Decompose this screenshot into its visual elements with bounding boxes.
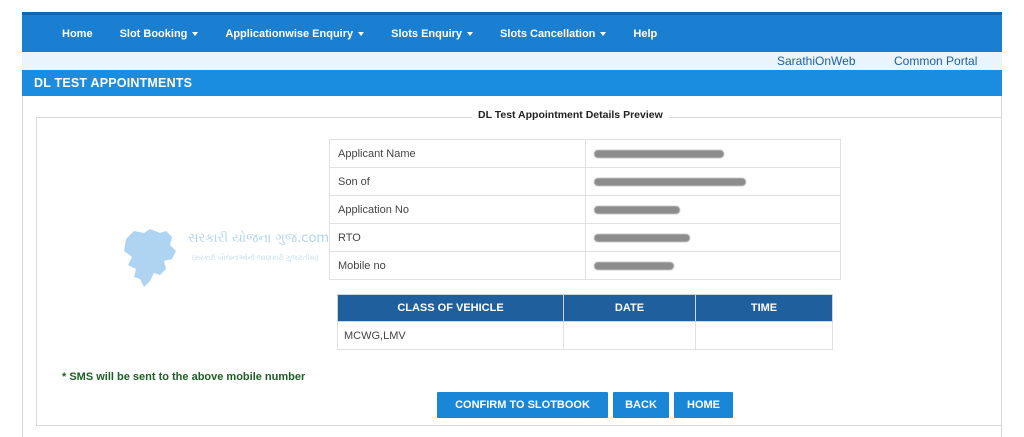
- applicant-details-table: Applicant Name Son of Application No RTO…: [329, 139, 841, 280]
- table-row: Son of: [329, 167, 841, 196]
- redacted-value: [594, 177, 746, 186]
- vehicle-class-table: CLASS OF VEHICLE DATE TIME MCWG,LMV: [337, 294, 833, 350]
- chevron-down-icon: [467, 31, 474, 36]
- preview-legend: DL Test Appointment Details Preview: [472, 109, 669, 121]
- nav-applicationwise-enquiry[interactable]: Applicationwise Enquiry: [225, 27, 365, 40]
- column-header-class: CLASS OF VEHICLE: [337, 294, 564, 322]
- top-navbar: Home Slot Booking Applicationwise Enquir…: [22, 12, 1002, 52]
- chevron-down-icon: [358, 31, 365, 36]
- nav-slots-enquiry[interactable]: Slots Enquiry: [391, 27, 474, 40]
- applicant-name-label: Applicant Name: [329, 139, 586, 168]
- nav-applicationwise-enquiry-label: Applicationwise Enquiry: [225, 27, 354, 40]
- mobile-no-value: [585, 251, 841, 280]
- table-row: MCWG,LMV: [337, 321, 833, 350]
- watermark-subtext: (સરકારી યોજનાઓની જાણકારી ગુજરાતીમાં): [192, 255, 319, 262]
- nav-home[interactable]: Home: [62, 28, 93, 40]
- nav-slots-enquiry-label: Slots Enquiry: [391, 27, 463, 40]
- date-cell: [563, 321, 696, 350]
- table-row: Applicant Name: [329, 139, 841, 168]
- redacted-value: [594, 233, 690, 242]
- confirm-slotbook-button[interactable]: CONFIRM TO SLOTBOOK: [437, 392, 608, 418]
- column-header-time: TIME: [695, 294, 833, 322]
- time-cell: [695, 321, 833, 350]
- back-button[interactable]: BACK: [613, 392, 669, 418]
- portal-links-bar: SarathiOnWeb Common Portal: [22, 52, 1002, 70]
- mobile-no-label: Mobile no: [329, 251, 586, 280]
- nav-home-label: Home: [62, 27, 93, 40]
- rto-value: [585, 223, 841, 252]
- section-title: DL TEST APPOINTMENTS: [22, 70, 1002, 96]
- table-row: Mobile no: [329, 251, 841, 280]
- column-header-date: DATE: [563, 294, 696, 322]
- table-row: RTO: [329, 223, 841, 252]
- gujarat-map-icon: [124, 229, 176, 287]
- son-of-label: Son of: [329, 167, 586, 196]
- vehicle-class-cell: MCWG,LMV: [337, 321, 564, 350]
- chevron-down-icon: [192, 31, 199, 36]
- table-row: Application No: [329, 195, 841, 224]
- nav-slots-cancellation[interactable]: Slots Cancellation: [500, 27, 607, 40]
- rto-label: RTO: [329, 223, 586, 252]
- application-no-label: Application No: [329, 195, 586, 224]
- application-no-value: [585, 195, 841, 224]
- redacted-value: [594, 261, 674, 270]
- nav-help[interactable]: Help: [633, 28, 657, 40]
- watermark: સરકારી યોજના ગુજ.com (સરકારી યોજનાઓની જા…: [120, 225, 329, 295]
- chevron-down-icon: [600, 31, 607, 36]
- common-portal-link[interactable]: Common Portal: [894, 54, 977, 68]
- son-of-value: [585, 167, 841, 196]
- sms-note: * SMS will be sent to the above mobile n…: [62, 371, 306, 383]
- nav-slot-booking[interactable]: Slot Booking: [120, 28, 199, 40]
- redacted-value: [594, 205, 680, 214]
- redacted-value: [594, 149, 724, 158]
- nav-help-label: Help: [633, 27, 658, 40]
- nav-slot-booking-label: Slot Booking: [119, 27, 188, 40]
- applicant-name-value: [585, 139, 841, 168]
- watermark-text: સરકારી યોજના ગુજ.com: [188, 231, 330, 246]
- sarathi-link[interactable]: SarathiOnWeb: [777, 54, 856, 68]
- home-button[interactable]: HOME: [674, 392, 733, 418]
- nav-slots-cancellation-label: Slots Cancellation: [500, 27, 596, 40]
- table-header-row: CLASS OF VEHICLE DATE TIME: [337, 294, 833, 322]
